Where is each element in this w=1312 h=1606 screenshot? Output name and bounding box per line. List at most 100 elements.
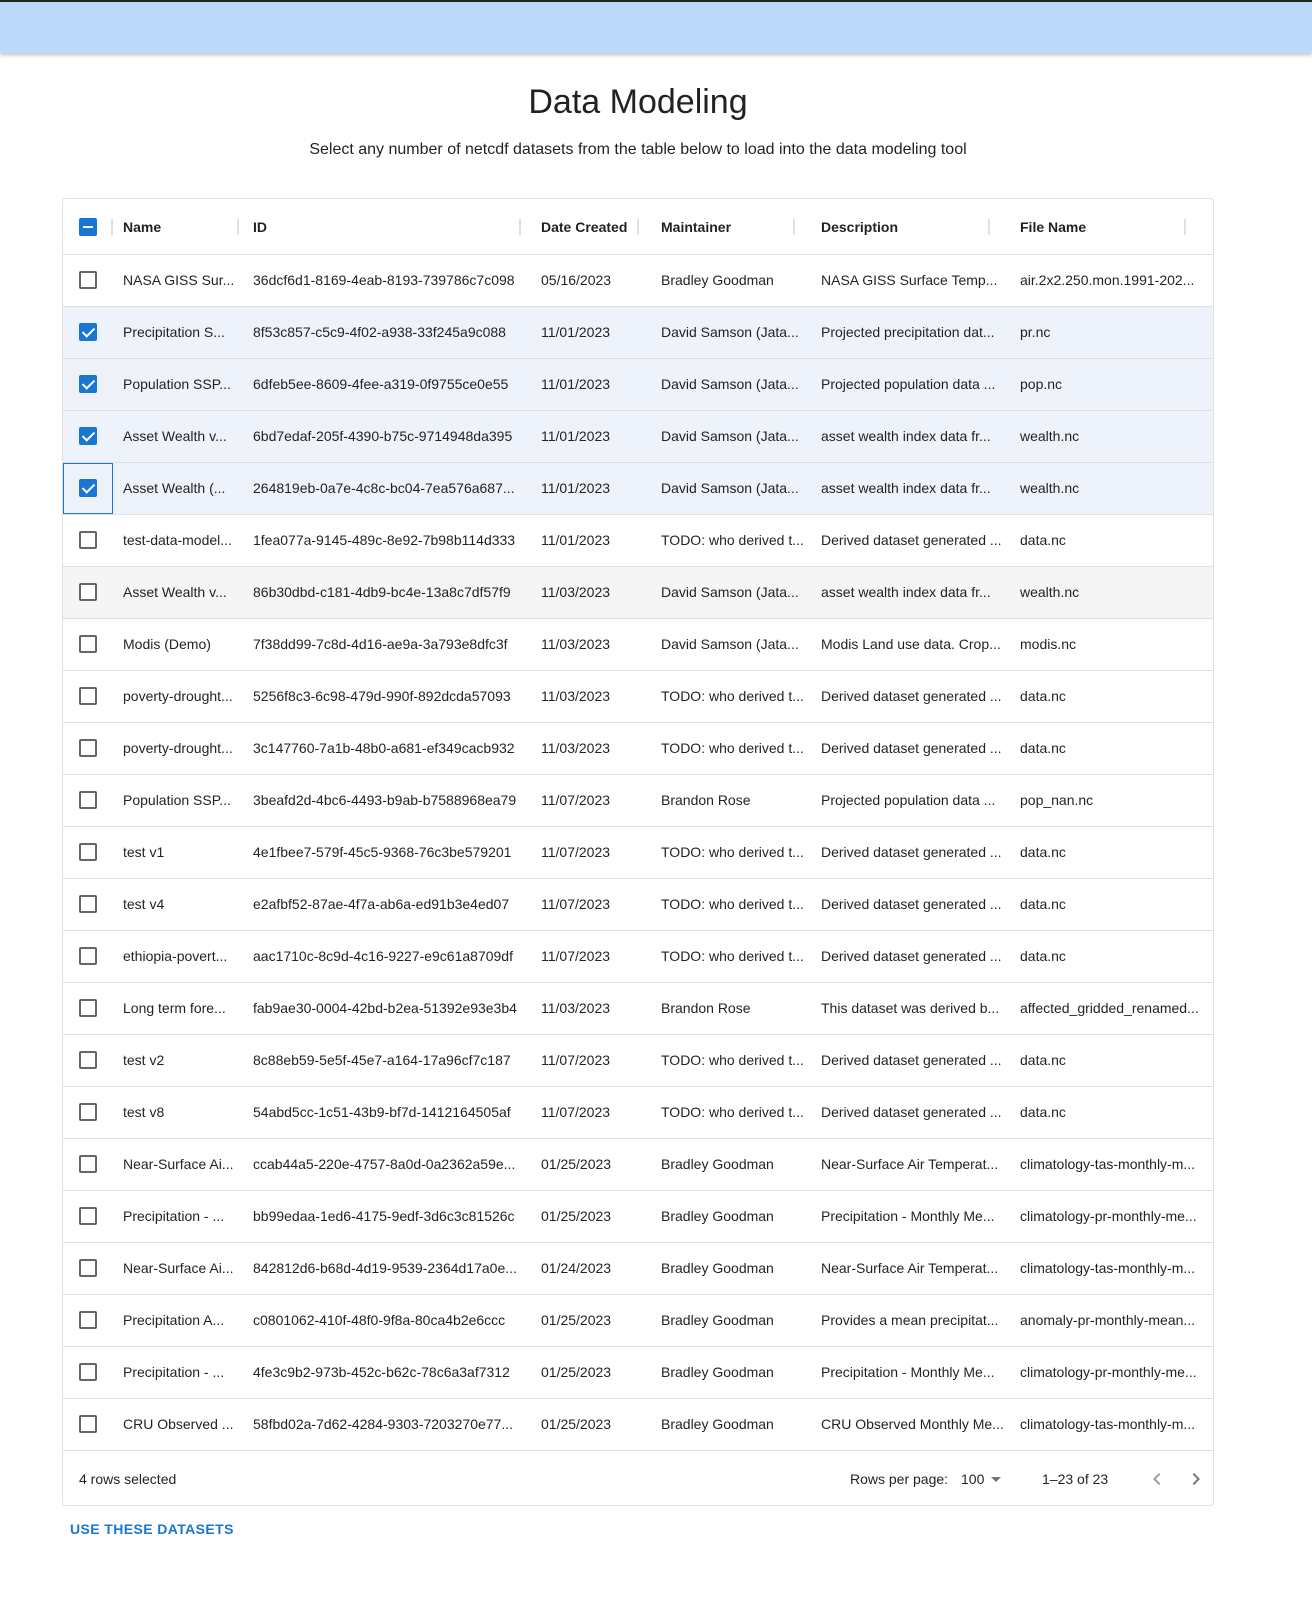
row-checkbox[interactable]: [79, 375, 97, 393]
row-checkbox[interactable]: [79, 479, 97, 497]
table-row[interactable]: Precipitation - ... bb99edaa-1ed6-4175-9e…: [63, 1191, 1213, 1243]
cell-id: 4fe3c9b2-973b-452c-b62c-78c6a3af7312: [253, 1364, 510, 1380]
row-checkbox[interactable]: [79, 323, 97, 341]
column-separator[interactable]: [793, 219, 795, 235]
row-checkbox[interactable]: [79, 427, 97, 445]
caret-down-icon[interactable]: [991, 1477, 1001, 1482]
row-checkbox-cell[interactable]: [63, 255, 113, 306]
cell-id: aac1710c-8c9d-4c16-9227-e9c61a8709df: [253, 948, 513, 964]
table-row[interactable]: Long term fore... fab9ae30-0004-42bd-b2ea…: [63, 983, 1213, 1035]
row-checkbox-cell[interactable]: [63, 723, 113, 774]
column-header-maintainer[interactable]: Maintainer: [661, 199, 819, 255]
row-checkbox-cell[interactable]: [63, 1295, 113, 1346]
row-checkbox[interactable]: [79, 739, 97, 757]
table-row[interactable]: CRU Observed ... 58fbd02a-7d62-4284-9303-…: [63, 1399, 1213, 1451]
chevron-left-icon[interactable]: [1145, 1467, 1169, 1491]
table-row[interactable]: Modis (Demo) 7f38dd99-7c8d-4d16-ae9a-3a79…: [63, 619, 1213, 671]
table-row[interactable]: test v1 4e1fbee7-579f-45c5-9368-76c3be579…: [63, 827, 1213, 879]
column-separator[interactable]: [637, 219, 639, 235]
row-checkbox-cell[interactable]: [63, 931, 113, 982]
row-checkbox-cell[interactable]: [63, 1191, 113, 1242]
row-checkbox[interactable]: [79, 583, 97, 601]
table-row[interactable]: Precipitation S... 8f53c857-c5c9-4f02-a93…: [63, 307, 1213, 359]
row-checkbox-cell[interactable]: [63, 515, 113, 566]
table-row[interactable]: poverty-drought... 3c147760-7a1b-48b0-a68…: [63, 723, 1213, 775]
row-checkbox[interactable]: [79, 271, 97, 289]
row-checkbox[interactable]: [79, 1155, 97, 1173]
row-checkbox-cell[interactable]: [63, 567, 113, 618]
row-checkbox-cell[interactable]: [63, 307, 113, 358]
row-checkbox-cell[interactable]: [63, 411, 113, 462]
table-row[interactable]: test v2 8c88eb59-5e5f-45e7-a164-17a96cf7c…: [63, 1035, 1213, 1087]
cell-file-name: data.nc: [1020, 532, 1066, 548]
row-checkbox-cell[interactable]: [63, 463, 113, 514]
row-checkbox-cell[interactable]: [63, 1087, 113, 1138]
cell-maintainer: Bradley Goodman: [661, 272, 774, 288]
row-checkbox-cell[interactable]: [63, 879, 113, 930]
row-checkbox[interactable]: [79, 1415, 97, 1433]
cell-file-name: pop_nan.nc: [1020, 792, 1094, 808]
table-row[interactable]: Population SSP... 6dfeb5ee-8609-4fee-a319…: [63, 359, 1213, 411]
row-checkbox-cell[interactable]: [63, 1243, 113, 1294]
row-checkbox[interactable]: [79, 1207, 97, 1225]
column-separator[interactable]: [1184, 219, 1186, 235]
row-checkbox-cell[interactable]: [63, 1035, 113, 1086]
table-row[interactable]: test v8 54abd5cc-1c51-43b9-bf7d-141216450…: [63, 1087, 1213, 1139]
row-checkbox[interactable]: [79, 843, 97, 861]
row-checkbox-cell[interactable]: [63, 983, 113, 1034]
cell-id: 264819eb-0a7e-4c8c-bc04-7ea576a687...: [253, 480, 515, 496]
row-checkbox[interactable]: [79, 1363, 97, 1381]
row-checkbox-cell[interactable]: [63, 827, 113, 878]
table-row[interactable]: Precipitation - ... 4fe3c9b2-973b-452c-b6…: [63, 1347, 1213, 1399]
column-separator[interactable]: [988, 219, 990, 235]
row-checkbox-cell[interactable]: [63, 1399, 113, 1450]
chevron-right-icon[interactable]: [1184, 1467, 1208, 1491]
row-checkbox[interactable]: [79, 791, 97, 809]
table-row[interactable]: Asset Wealth v... 6bd7edaf-205f-4390-b75c…: [63, 411, 1213, 463]
row-checkbox-cell[interactable]: [63, 671, 113, 722]
table-row[interactable]: poverty-drought... 5256f8c3-6c98-479d-990…: [63, 671, 1213, 723]
cell-description: Derived dataset generated ...: [821, 948, 1002, 964]
table-row[interactable]: Near-Surface Ai... 842812d6-b68d-4d19-953…: [63, 1243, 1213, 1295]
cell-maintainer: TODO: who derived t...: [661, 1104, 804, 1120]
select-all-checkbox[interactable]: [79, 218, 97, 236]
row-checkbox[interactable]: [79, 1051, 97, 1069]
row-checkbox-cell[interactable]: [63, 775, 113, 826]
row-checkbox-cell[interactable]: [63, 619, 113, 670]
table-row[interactable]: Near-Surface Ai... ccab44a5-220e-4757-8a0…: [63, 1139, 1213, 1191]
column-header-id[interactable]: ID: [253, 199, 535, 255]
column-header-date-created[interactable]: Date Created: [541, 199, 651, 255]
table-row[interactable]: test-data-model... 1fea077a-9145-489c-8e9…: [63, 515, 1213, 567]
column-separator[interactable]: [237, 219, 239, 235]
use-datasets-button[interactable]: USE THESE DATASETS: [62, 1515, 242, 1543]
table-row[interactable]: test v4 e2afbf52-87ae-4f7a-ab6a-ed91b3e4e…: [63, 879, 1213, 931]
table-row[interactable]: Population SSP... 3beafd2d-4bc6-4493-b9ab…: [63, 775, 1213, 827]
table-row[interactable]: ethiopia-povert... aac1710c-8c9d-4c16-922…: [63, 931, 1213, 983]
row-checkbox-cell[interactable]: [63, 1139, 113, 1190]
row-checkbox[interactable]: [79, 687, 97, 705]
page-title: Data Modeling: [528, 83, 748, 121]
row-checkbox[interactable]: [79, 895, 97, 913]
table-row[interactable]: Asset Wealth (... 264819eb-0a7e-4c8c-bc04…: [63, 463, 1213, 515]
row-checkbox[interactable]: [79, 999, 97, 1017]
row-checkbox[interactable]: [79, 635, 97, 653]
table-row[interactable]: Asset Wealth v... 86b30dbd-c181-4db9-bc4e…: [63, 567, 1213, 619]
row-checkbox-cell[interactable]: [63, 1347, 113, 1398]
column-separator[interactable]: [111, 219, 113, 235]
table-row[interactable]: Precipitation A... c0801062-410f-48f0-9f8…: [63, 1295, 1213, 1347]
row-checkbox[interactable]: [79, 1311, 97, 1329]
column-header-name[interactable]: Name: [123, 199, 251, 255]
cell-id: 86b30dbd-c181-4db9-bc4e-13a8c7df57f9: [253, 584, 511, 600]
row-checkbox[interactable]: [79, 947, 97, 965]
row-checkbox[interactable]: [79, 1259, 97, 1277]
cell-description: NASA GISS Surface Temp...: [821, 272, 998, 288]
row-checkbox[interactable]: [79, 1103, 97, 1121]
column-separator[interactable]: [519, 219, 521, 235]
cell-description: Precipitation - Monthly Me...: [821, 1208, 995, 1224]
row-checkbox[interactable]: [79, 531, 97, 549]
rows-per-page-select[interactable]: 100: [961, 1453, 984, 1505]
row-checkbox-cell[interactable]: [63, 359, 113, 410]
table-row[interactable]: NASA GISS Sur... 36dcf6d1-8169-4eab-8193-…: [63, 255, 1213, 307]
select-all-cell[interactable]: [63, 199, 113, 250]
cell-name: test v2: [123, 1052, 165, 1068]
